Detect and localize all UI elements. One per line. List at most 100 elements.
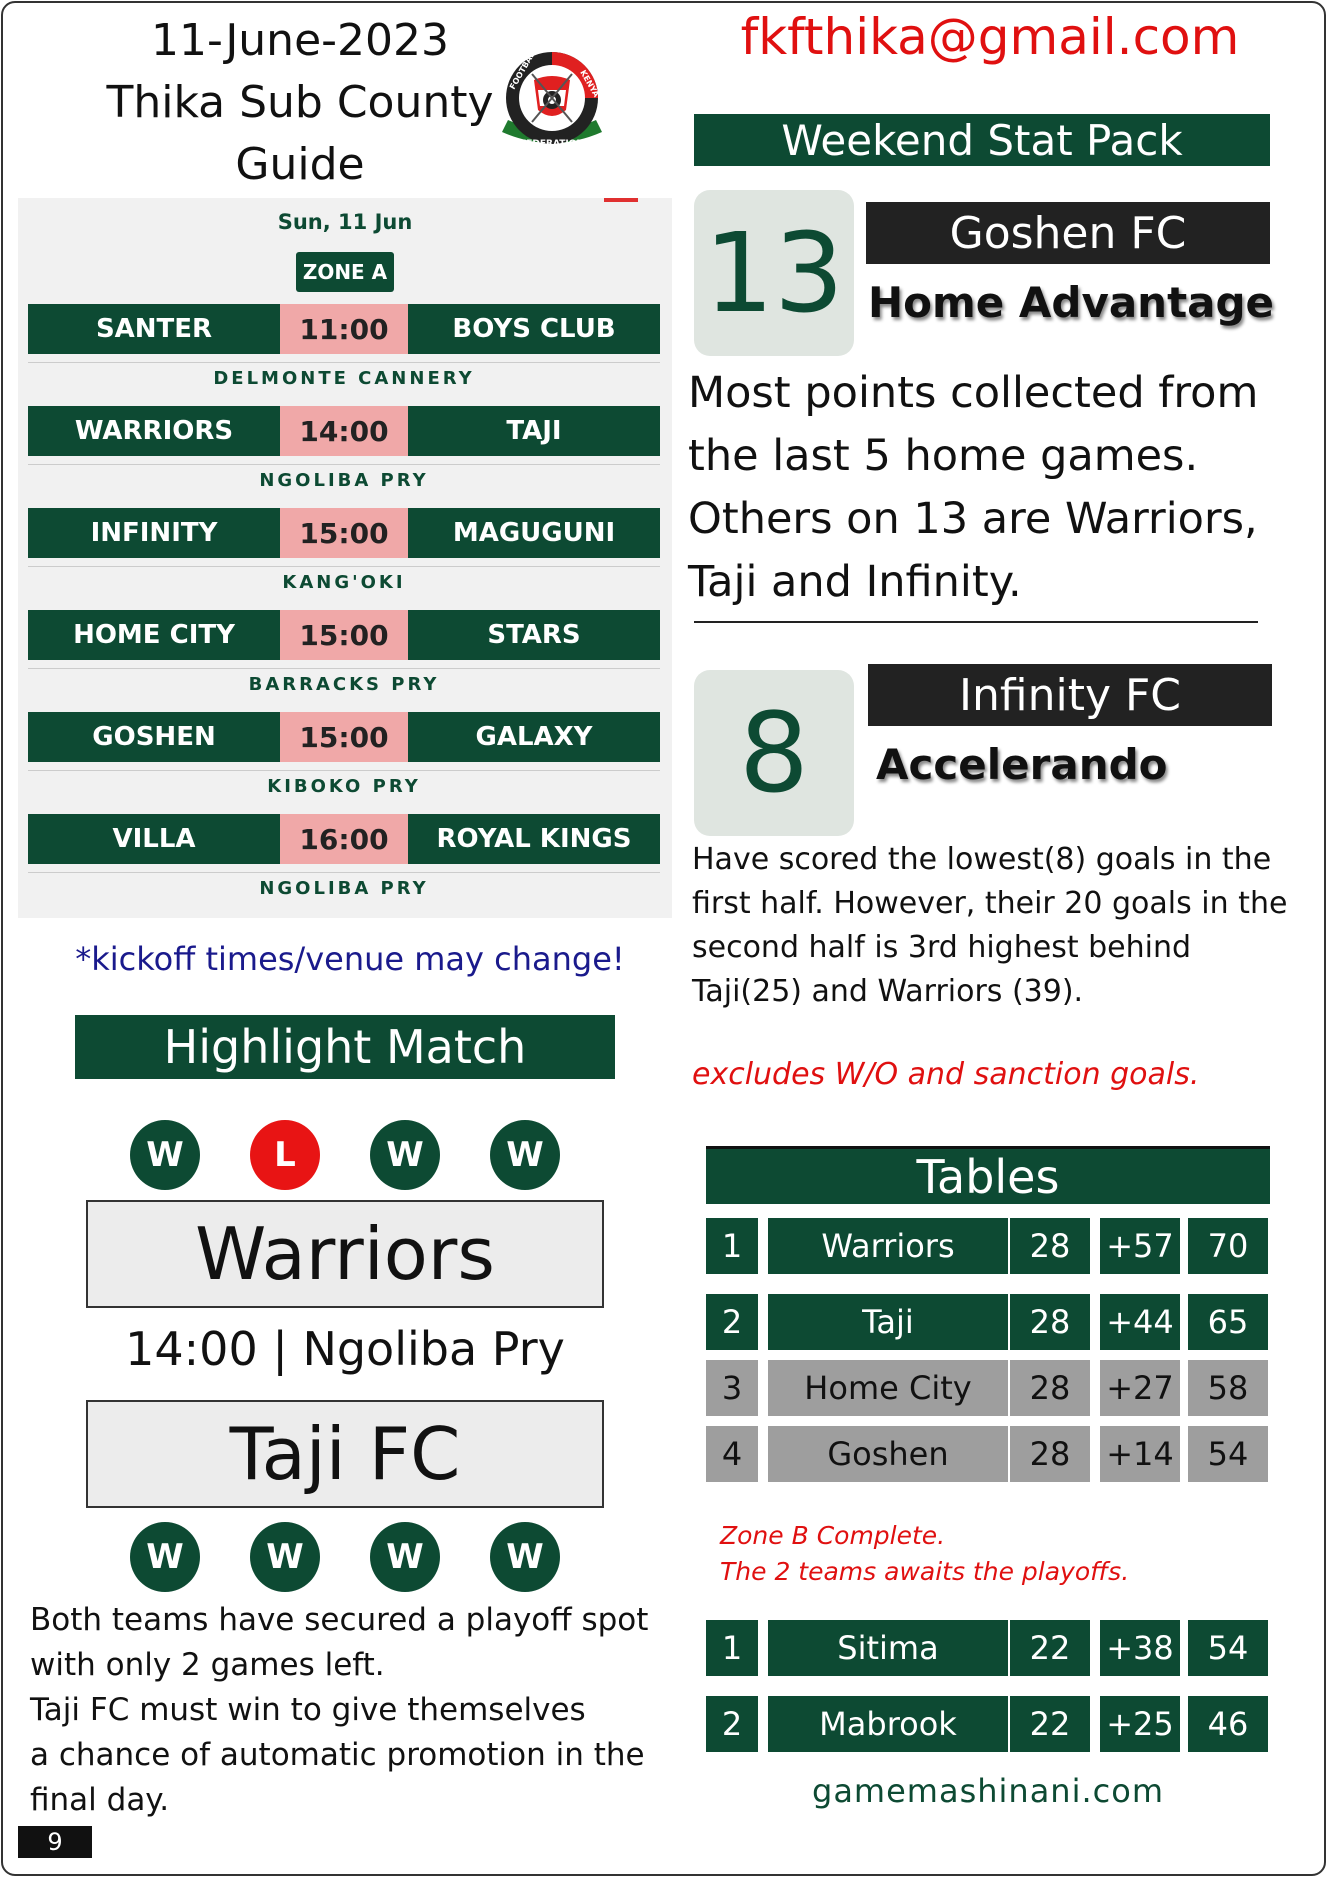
- away-team-box: Taji FC: [86, 1400, 604, 1508]
- zone-b-note-line1: Zone B Complete.: [720, 1521, 946, 1550]
- fixture-venue: NGOLIBA PRY: [259, 470, 429, 491]
- stat1-team: Goshen FC: [866, 202, 1270, 264]
- fixture-away-team: GALAXY: [408, 712, 660, 762]
- table-points: 58: [1188, 1360, 1268, 1416]
- fixture-time: 15:00: [280, 508, 408, 558]
- table-points: 54: [1188, 1426, 1268, 1482]
- zone-b-note-line2: The 2 teams awaits the playoffs.: [720, 1557, 1130, 1586]
- highlight-text-line: a chance of automatic promotion in the: [30, 1737, 645, 1773]
- form-result-badge: W: [490, 1522, 560, 1592]
- match-time-venue: 14:00 | Ngoliba Pry: [125, 1322, 565, 1376]
- table-position: 3: [706, 1360, 758, 1416]
- fixture-divider: [28, 464, 660, 465]
- table-goal-difference: +57: [1100, 1218, 1180, 1274]
- table-goal-difference: +25: [1100, 1696, 1180, 1752]
- stat1-desc-line: Taji and Infinity.: [688, 557, 1022, 607]
- fixtures-date: Sun, 11 Jun: [277, 210, 413, 234]
- fixture-venue: KANG'OKI: [282, 572, 406, 593]
- fixture-home-team: GOSHEN: [28, 712, 280, 762]
- fixture-home-team: SANTER: [28, 304, 280, 354]
- fixture-home-team: INFINITY: [28, 508, 280, 558]
- table-team: Goshen: [768, 1426, 1008, 1482]
- stat2-desc-line: Have scored the lowest(8) goals in the: [692, 842, 1272, 877]
- table-played: 22: [1010, 1620, 1090, 1676]
- fixture-venue: KIBOKO PRY: [267, 776, 421, 797]
- fixture-away-team: BOYS CLUB: [408, 304, 660, 354]
- fixture-row: HOME CITY 15:00 STARS BARRACKS PRY: [28, 610, 660, 695]
- fixture-home-team: VILLA: [28, 814, 280, 864]
- fixture-away-team: ROYAL KINGS: [408, 814, 660, 864]
- table-position: 1: [706, 1218, 758, 1274]
- table-played: 22: [1010, 1696, 1090, 1752]
- crest-text-bottom: FEDERATION: [520, 139, 584, 149]
- stat2-desc-line: second half is 3rd highest behind: [692, 930, 1192, 965]
- table-points: 70: [1188, 1218, 1268, 1274]
- highlight-description: Both teams have secured a playoff spot w…: [30, 1598, 670, 1823]
- form-result-badge: W: [370, 1522, 440, 1592]
- stat1-headline: Home Advantage: [868, 278, 1275, 327]
- table-position: 2: [706, 1696, 758, 1752]
- fixture-divider: [28, 362, 660, 363]
- fixture-venue: BARRACKS PRY: [248, 674, 440, 695]
- table-played: 28: [1010, 1360, 1090, 1416]
- home-team-box: Warriors: [86, 1200, 604, 1308]
- table-row: 1 Sitima 22 +38 54: [706, 1620, 1270, 1680]
- stat1-number: 13: [694, 190, 854, 356]
- table-team: Warriors: [768, 1218, 1008, 1274]
- highlight-text-line: Both teams have secured a playoff spot: [30, 1602, 649, 1638]
- table-position: 2: [706, 1294, 758, 1350]
- fixture-divider: [28, 668, 660, 669]
- red-marker: [604, 198, 638, 202]
- table-team: Mabrook: [768, 1696, 1008, 1752]
- table-played: 28: [1010, 1294, 1090, 1350]
- fixture-home-team: WARRIORS: [28, 406, 280, 456]
- table-played: 28: [1010, 1218, 1090, 1274]
- table-goal-difference: +14: [1100, 1426, 1180, 1482]
- form-result-badge: L: [250, 1120, 320, 1190]
- table-played: 28: [1010, 1426, 1090, 1482]
- table-row: 1 Warriors 28 +57 70: [706, 1218, 1270, 1278]
- tables-title: Tables: [706, 1146, 1270, 1204]
- table-position: 4: [706, 1426, 758, 1482]
- highlight-match-title: Highlight Match: [75, 1015, 615, 1079]
- table-team: Sitima: [768, 1620, 1008, 1676]
- stat1-description: Most points collected from the last 5 ho…: [688, 362, 1308, 614]
- stat2-desc-line: first half. However, their 20 goals in t…: [692, 886, 1288, 921]
- highlight-text-line: Taji FC must win to give themselves: [30, 1692, 586, 1728]
- fixture-row: VILLA 16:00 ROYAL KINGS NGOLIBA PRY: [28, 814, 660, 899]
- form-result-badge: W: [130, 1522, 200, 1592]
- table-points: 65: [1188, 1294, 1268, 1350]
- header-date: 11-June-2023: [151, 15, 449, 66]
- fixture-away-team: TAJI: [408, 406, 660, 456]
- fixture-divider: [28, 770, 660, 771]
- stat1-desc-line: Others on 13 are Warriors,: [688, 494, 1258, 544]
- kickoff-disclaimer: *kickoff times/venue may change!: [75, 940, 625, 978]
- fixture-time: 15:00: [280, 712, 408, 762]
- goals-exclusion-note: excludes W/O and sanction goals.: [692, 1057, 1200, 1092]
- form-result-badge: W: [250, 1522, 320, 1592]
- website-link[interactable]: gamemashinani.com: [706, 1772, 1270, 1810]
- fixture-row: WARRIORS 14:00 TAJI NGOLIBA PRY: [28, 406, 660, 491]
- table-goal-difference: +44: [1100, 1294, 1180, 1350]
- fixture-row: GOSHEN 15:00 GALAXY KIBOKO PRY: [28, 712, 660, 797]
- fixture-time: 14:00: [280, 406, 408, 456]
- table-goal-difference: +38: [1100, 1620, 1180, 1676]
- fixture-time: 15:00: [280, 610, 408, 660]
- fixture-divider: [28, 566, 660, 567]
- fkf-crest-logo: FEDERATION FOOTBALL KENYA: [492, 46, 612, 154]
- table-position: 1: [706, 1620, 758, 1676]
- zone-b-note: Zone B Complete. The 2 teams awaits the …: [720, 1518, 1280, 1590]
- form-result-badge: W: [130, 1120, 200, 1190]
- stat2-number: 8: [694, 670, 854, 836]
- fixture-venue: DELMONTE CANNERY: [213, 368, 475, 389]
- table-points: 54: [1188, 1620, 1268, 1676]
- stat1-desc-line: the last 5 home games.: [688, 431, 1199, 481]
- page-number: 9: [18, 1826, 92, 1858]
- table-row: 2 Taji 28 +44 65: [706, 1294, 1270, 1354]
- stat2-headline: Accelerando: [876, 740, 1168, 789]
- contact-email[interactable]: fkfthika@gmail.com: [690, 8, 1290, 66]
- header-title-line1: Thika Sub County: [106, 77, 494, 128]
- fixture-divider: [28, 872, 660, 873]
- highlight-text-line: final day.: [30, 1782, 170, 1818]
- stat2-team: Infinity FC: [868, 664, 1272, 726]
